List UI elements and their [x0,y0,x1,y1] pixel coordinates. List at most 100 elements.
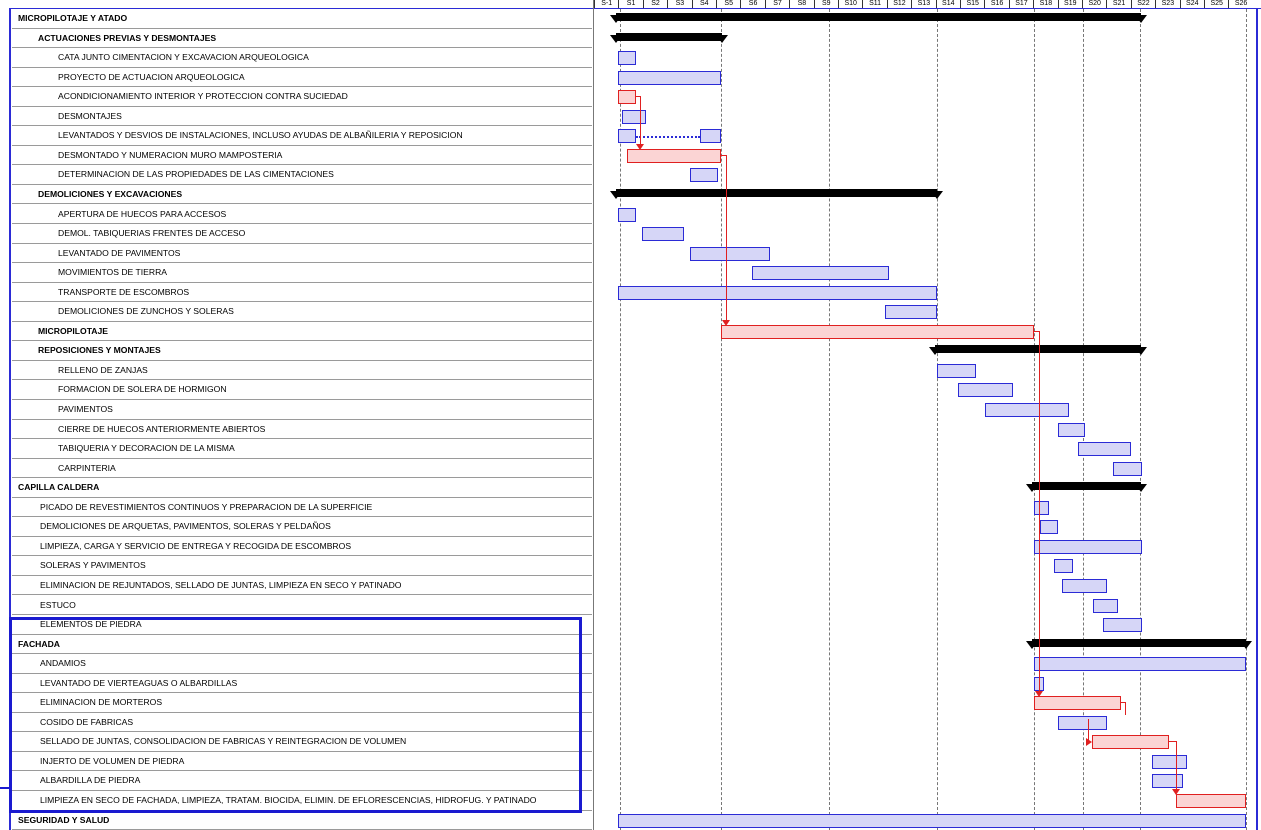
task-bar[interactable] [1113,461,1142,476]
critical-task-bar[interactable] [627,148,721,163]
dependency-line [1176,741,1177,793]
week-label: S13 [911,0,935,8]
task-row[interactable]: DESMONTADO Y NUMERACION MURO MAMPOSTERIA [12,146,592,166]
task-row[interactable]: DESMONTAJES [12,107,592,127]
task-row[interactable]: ACONDICIONAMIENTO INTERIOR Y PROTECCION … [12,87,592,107]
task-row[interactable]: DEMOLICIONES DE ARQUETAS, PAVIMENTOS, SO… [12,517,592,537]
summary-bar[interactable] [616,13,1141,21]
task-bar[interactable] [1152,774,1183,789]
summary-end-marker [716,34,728,43]
task-bar[interactable] [1078,442,1131,457]
task-row[interactable]: LEVANTADOS Y DESVIOS DE INSTALACIONES, I… [12,126,592,146]
task-bar[interactable] [700,129,721,144]
summary-bar[interactable] [935,345,1141,354]
summary-bar[interactable] [1032,638,1246,647]
summary-start-marker [610,34,622,43]
task-row[interactable]: PICADO DE REVESTIMIENTOS CONTINUOS Y PRE… [12,498,592,518]
task-bar[interactable] [1040,520,1058,535]
task-bar[interactable] [1034,657,1246,672]
task-row[interactable]: ACTUACIONES PREVIAS Y DESMONTAJES [12,29,592,49]
critical-task-bar[interactable] [1092,735,1169,750]
task-row[interactable]: CIERRE DE HUECOS ANTERIORMENTE ABIERTOS [12,420,592,440]
task-bar[interactable] [690,168,718,183]
task-bar[interactable] [1034,539,1142,554]
task-bar[interactable] [618,207,636,222]
task-row[interactable]: DEMOLICIONES Y EXCAVACIONES [12,185,592,205]
summary-end-marker [1135,15,1147,23]
task-row[interactable]: DEMOLICIONES DE ZUNCHOS Y SOLERAS [12,302,592,322]
task-bar[interactable] [752,266,889,281]
task-row[interactable]: MICROPILOTAJE Y ATADO [12,9,592,29]
summary-bar[interactable] [616,188,937,197]
task-row[interactable]: CARPINTERIA [12,459,592,479]
task-bar[interactable] [958,383,1013,398]
task-row[interactable]: CAPILLA CALDERA [12,478,592,498]
task-row[interactable]: LEVANTADO DE PAVIMENTOS [12,244,592,264]
task-bar[interactable] [622,109,646,124]
critical-task-bar[interactable] [721,324,1034,339]
task-bar[interactable] [985,403,1069,417]
critical-task-bar[interactable] [1034,696,1121,711]
task-row[interactable]: TABIQUERIA Y DECORACION DE LA MISMA [12,439,592,459]
grid-line [1246,9,1247,830]
summary-start-marker [610,15,622,23]
split-link [636,136,700,139]
task-row[interactable]: PAVIMENTOS [12,400,592,420]
summary-bar[interactable] [1032,482,1141,491]
task-row[interactable]: RELLENO DE ZANJAS [12,361,592,381]
grid-line [937,9,938,830]
task-row[interactable]: REPOSICIONES Y MONTAJES [12,341,592,361]
timescale-header: S-1 S1 S2 S3 S4 S5 S6 S7 S8 S9 S10 S11 S12 S13 S14 S15 S… [594,0,1256,9]
dependency-line [640,96,641,148]
task-row[interactable]: MOVIMIENTOS DE TIERRA [12,263,592,283]
task-bar[interactable] [1058,422,1085,437]
grid-line [829,9,830,830]
table-chart-splitter[interactable] [593,0,594,830]
dependency-line [1039,330,1040,696]
summary-bar[interactable] [616,32,722,41]
task-row[interactable]: SEGURIDAD Y SALUD [12,811,592,830]
task-bar[interactable] [642,227,684,242]
summary-start-marker [929,347,941,356]
task-row[interactable]: DEMOL. TABIQUERIAS FRENTES DE ACCESO [12,224,592,244]
week-label: S20 [1082,0,1106,8]
task-row[interactable]: ESTUCO [12,596,592,615]
task-row[interactable]: MICROPILOTAJE [12,322,592,342]
critical-task-bar[interactable] [618,90,636,105]
task-bar[interactable] [1103,618,1142,633]
task-row[interactable]: LIMPIEZA, CARGA Y SERVICIO DE ENTREGA Y … [12,537,592,557]
task-row[interactable]: SOLERAS Y PAVIMENTOS [12,556,592,576]
task-bar[interactable] [618,51,636,66]
task-bar[interactable] [618,70,721,85]
week-label: S18 [1033,0,1057,8]
task-row[interactable]: PROYECTO DE ACTUACION ARQUEOLOGICA [12,68,592,88]
task-bar[interactable] [937,363,976,378]
task-bar[interactable] [690,246,770,261]
week-label: S12 [886,0,911,8]
task-bar[interactable] [618,285,937,300]
week-label: S23 [1155,0,1179,8]
task-bar[interactable] [1058,715,1107,730]
task-bar[interactable] [1034,500,1049,515]
task-bar[interactable] [618,813,1246,828]
dependency-line [1169,741,1176,743]
dependency-line [1125,702,1126,715]
task-bar[interactable] [1152,754,1187,769]
summary-end-marker [1135,347,1147,356]
task-row[interactable]: APERTURA DE HUECOS PARA ACCESOS [12,205,592,224]
task-bar[interactable] [1054,559,1073,574]
week-label: S6 [740,0,764,8]
week-label: S-1 [594,0,618,8]
task-row[interactable]: DETERMINACION DE LAS PROPIEDADES DE LAS … [12,165,592,185]
task-row[interactable]: FORMACION DE SOLERA DE HORMIGON [12,380,592,400]
task-row[interactable]: ELIMINACION DE REJUNTADOS, SELLADO DE JU… [12,576,592,596]
task-row[interactable]: TRANSPORTE DE ESCOMBROS [12,283,592,303]
task-bar[interactable] [885,305,937,320]
task-bar[interactable] [618,129,636,144]
task-row[interactable]: CATA JUNTO CIMENTACION Y EXCAVACION ARQU… [12,48,592,68]
dependency-arrow [722,319,730,326]
dependency-arrow [1172,789,1180,795]
critical-task-bar[interactable] [1176,794,1246,808]
task-bar[interactable] [1062,578,1107,593]
task-bar[interactable] [1093,598,1118,613]
